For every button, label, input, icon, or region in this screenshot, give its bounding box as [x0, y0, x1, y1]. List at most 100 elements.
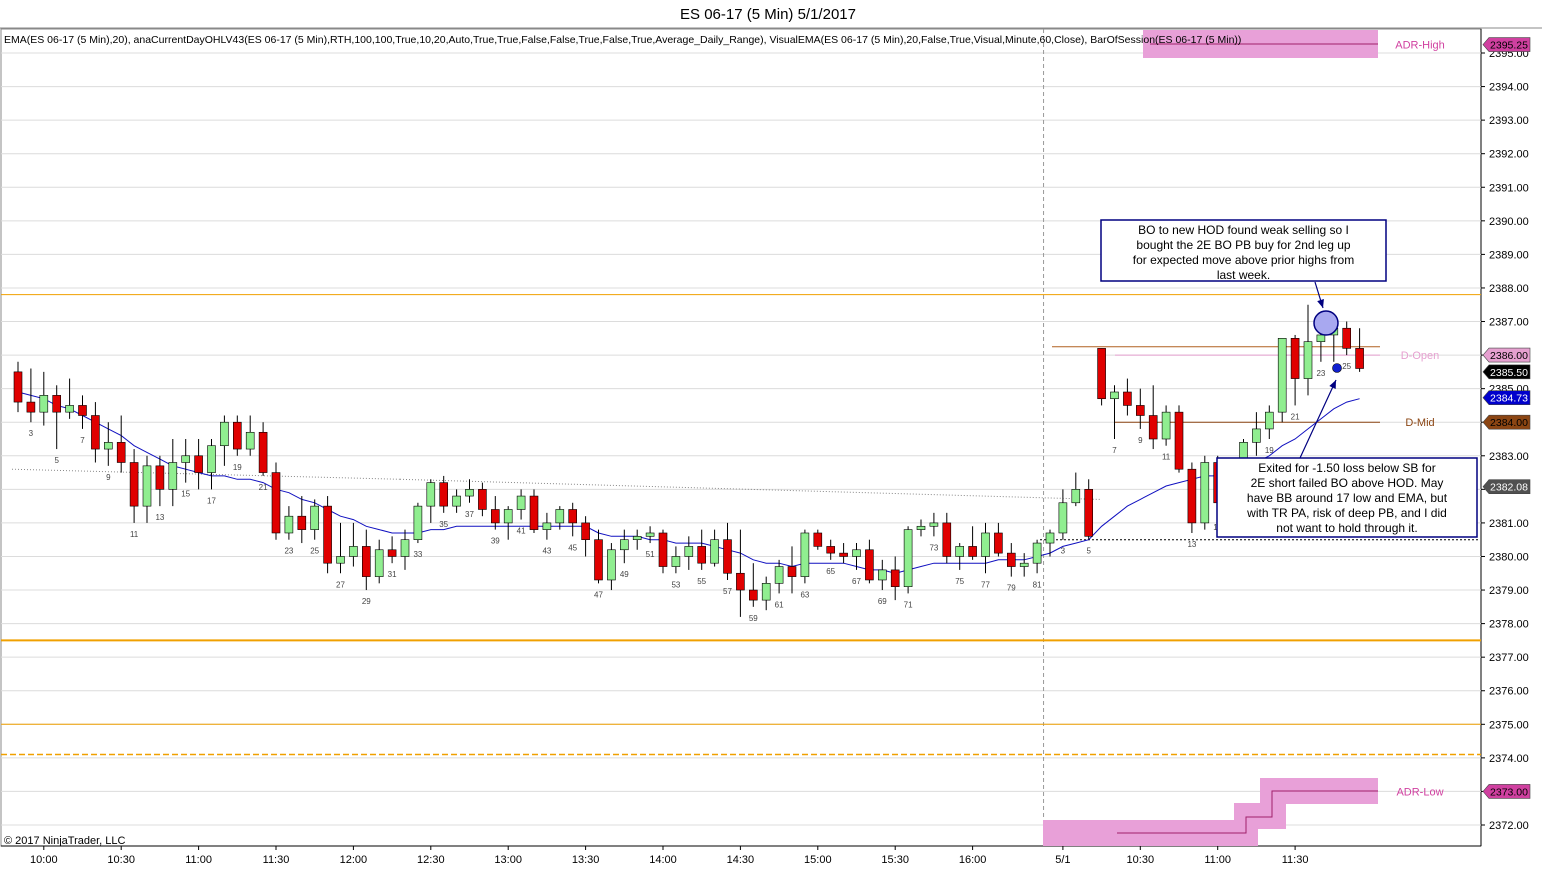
- exit-marker: [1332, 363, 1342, 373]
- candle-body: [155, 465, 165, 490]
- candle-body: [929, 522, 939, 527]
- candle-body: [65, 405, 74, 413]
- candle-body: [671, 556, 681, 567]
- candle-body: [194, 455, 203, 473]
- entry-marker: [1313, 310, 1339, 336]
- candle-body: [181, 455, 190, 463]
- x-tick-label: 15:30: [881, 854, 909, 866]
- candle-body: [465, 489, 474, 497]
- candle-body: [684, 546, 694, 557]
- candle-body: [774, 566, 784, 584]
- candle-body: [323, 505, 332, 564]
- candle-body: [994, 532, 1003, 554]
- candle-body: [39, 395, 49, 413]
- bar-number-label: 55: [697, 577, 706, 586]
- bar-number-label: 29: [362, 597, 371, 606]
- price-tag-text: 2384.00: [1490, 417, 1528, 429]
- bar-number-label: 25: [1342, 362, 1351, 371]
- y-tick-label: 2392.00: [1489, 149, 1529, 161]
- candle-body: [284, 515, 294, 534]
- bar-number-label: 41: [517, 527, 526, 536]
- price-tag-text: 2385.50: [1490, 367, 1528, 379]
- bar-number-label: 19: [233, 463, 242, 472]
- y-tick-label: 2393.00: [1489, 115, 1529, 127]
- bar-number-label: 49: [620, 570, 629, 579]
- candle-body: [374, 549, 384, 577]
- candle-body: [800, 532, 810, 577]
- candle-body: [1174, 411, 1184, 470]
- annotation-text: Exited for -1.50 loss below SB for: [1258, 461, 1435, 475]
- candle-body: [955, 546, 965, 557]
- candle-body: [903, 529, 913, 587]
- bar-number-label: 21: [259, 483, 268, 492]
- level-label: ADR-High: [1395, 40, 1445, 52]
- candle-body: [142, 465, 152, 507]
- candle-body: [490, 509, 500, 524]
- candle-body: [516, 495, 526, 510]
- candle-body: [129, 462, 139, 507]
- adr-low-zone: [1234, 803, 1286, 829]
- x-tick-label: 10:30: [1127, 854, 1155, 866]
- candle-body: [245, 431, 255, 450]
- bar-number-label: 73: [929, 543, 938, 552]
- bar-number-label: 3: [1061, 547, 1066, 556]
- y-tick-label: 2394.00: [1489, 82, 1529, 94]
- candle-body: [220, 421, 229, 447]
- candle-body: [658, 532, 668, 567]
- candle-body: [1032, 542, 1042, 564]
- candle-body: [865, 549, 874, 581]
- y-tick-label: 2390.00: [1489, 216, 1529, 228]
- candle-body: [748, 589, 758, 601]
- candle-body: [1084, 489, 1093, 537]
- bar-number-label: 7: [80, 436, 85, 445]
- candle-body: [981, 532, 990, 557]
- bar-number-label: 53: [671, 580, 680, 589]
- bar-number-label: 5: [1086, 547, 1091, 556]
- y-tick-label: 2376.00: [1489, 686, 1529, 698]
- bar-number-label: 35: [439, 520, 448, 529]
- bar-number-label: 7: [1112, 446, 1117, 455]
- candle-body: [1161, 411, 1171, 440]
- y-tick-label: 2389.00: [1489, 249, 1529, 261]
- candle-body: [568, 509, 578, 524]
- candle-body: [890, 569, 900, 587]
- x-tick-label: 14:30: [727, 854, 755, 866]
- x-tick-label: 10:00: [30, 854, 58, 866]
- annotation-text: last week.: [1217, 268, 1270, 282]
- candle-body: [1277, 338, 1287, 413]
- y-tick-label: 2377.00: [1489, 652, 1529, 664]
- x-tick-label: 14:00: [649, 854, 677, 866]
- bar-number-label: 13: [1187, 540, 1196, 549]
- level-label: ADR-Low: [1396, 786, 1443, 798]
- bar-number-label: 13: [155, 513, 164, 522]
- candle-body: [426, 482, 436, 507]
- candle-body: [594, 539, 603, 581]
- y-tick-label: 2383.00: [1489, 451, 1529, 463]
- candle-body: [1097, 348, 1106, 400]
- candle-body: [736, 572, 745, 591]
- candle-body: [1006, 552, 1016, 567]
- candle-body: [349, 546, 358, 557]
- candle-body: [697, 546, 707, 564]
- candle-body: [1200, 462, 1210, 524]
- candlestick-chart: ES 06-17 (5 Min) 5/1/2017 35791113151719…: [0, 0, 1542, 893]
- candle-body: [52, 395, 62, 413]
- candle-body: [1252, 428, 1261, 443]
- annotation-text: BO to new HOD found weak selling so I: [1138, 223, 1349, 237]
- level-label: D-Mid: [1405, 417, 1434, 429]
- x-tick-label: 13:00: [494, 854, 522, 866]
- candle-body: [310, 505, 320, 530]
- candle-body: [1148, 415, 1158, 440]
- candle-body: [826, 546, 836, 554]
- bar-number-label: 9: [1138, 436, 1143, 445]
- candle-body: [555, 509, 565, 524]
- y-tick-label: 2380.00: [1489, 551, 1529, 563]
- candle-body: [439, 482, 449, 507]
- annotation-text: have BB around 17 low and EMA, but: [1247, 491, 1448, 505]
- bar-number-label: 57: [723, 587, 732, 596]
- bar-number-label: 75: [955, 577, 964, 586]
- bar-number-label: 15: [181, 490, 190, 499]
- bar-number-label: 81: [1033, 580, 1042, 589]
- x-tick-label: 11:30: [263, 854, 290, 866]
- candle-body: [1342, 327, 1351, 349]
